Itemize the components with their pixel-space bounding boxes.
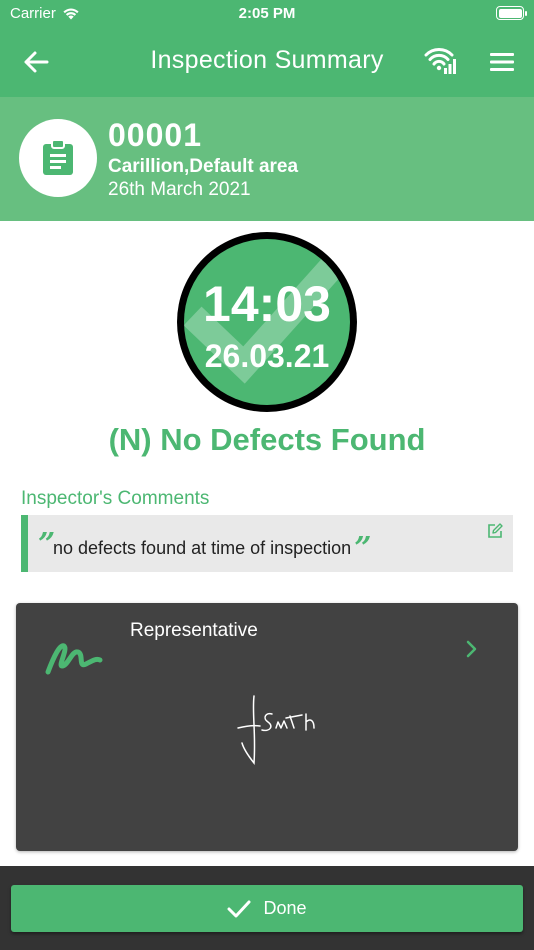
site-name: Carillion,Default area — [108, 156, 299, 177]
inspection-code: 00001 — [108, 117, 202, 153]
top-bar: Carrier 2:05 PM Inspection Summary — [0, 0, 534, 97]
badge-date: 26.03.21 — [204, 338, 330, 374]
badge-time: 14:03 — [203, 276, 331, 332]
badge-inner: 14:03 26.03.21 — [184, 239, 350, 405]
comment-box[interactable]: ” no defects found at time of inspection… — [21, 515, 513, 572]
status-time: 2:05 PM — [238, 5, 296, 22]
hamburger-menu-icon[interactable] — [488, 48, 516, 76]
inspection-date: 26th March 2021 — [108, 179, 251, 200]
edit-icon[interactable] — [487, 523, 503, 539]
clipboard-icon — [43, 140, 73, 175]
signature-drawing — [237, 695, 315, 765]
comment-text-row: no defects found at time of inspection ” — [53, 530, 372, 566]
inspection-header: 00001 Carillion,Default area 26th March … — [0, 97, 534, 221]
comment-text: no defects found at time of inspection — [53, 538, 352, 558]
inspection-result: (N) No Defects Found — [108, 422, 426, 457]
signature-title: Representative — [130, 620, 258, 641]
battery-icon — [496, 6, 527, 20]
done-button[interactable]: Done — [11, 885, 523, 932]
done-label: Done — [263, 898, 307, 918]
close-quote: ” — [354, 530, 372, 566]
clipboard-avatar — [19, 119, 97, 197]
check-icon — [227, 900, 251, 917]
comments-label: Inspector's Comments — [21, 488, 210, 509]
chevron-right-icon[interactable] — [465, 639, 479, 659]
signature-icon — [45, 643, 103, 675]
signature-card[interactable]: Representative — [16, 603, 518, 851]
wifi-signal-icon[interactable] — [424, 46, 458, 76]
time-badge: 14:03 26.03.21 — [177, 232, 357, 412]
status-bar: Carrier 2:05 PM — [0, 0, 534, 30]
